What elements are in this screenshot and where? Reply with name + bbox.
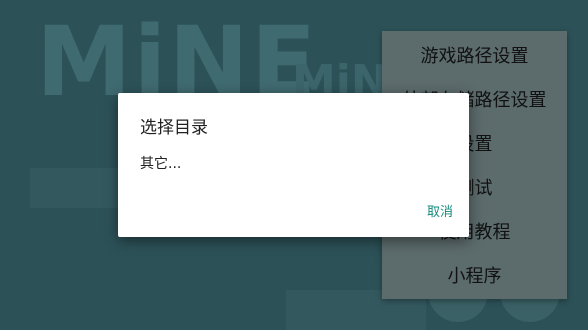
menu-item-label: 游戏路径设置	[420, 46, 529, 67]
menu-item-label: 小程序	[447, 266, 502, 287]
menu-item-game-path[interactable]: 游戏路径设置	[382, 33, 567, 77]
dialog-title: 选择目录	[140, 118, 208, 138]
app-screen: MiNE MiN 游戏路径设置 外部存储路径设置 设置 测试 使用教程 小程序 …	[0, 0, 588, 330]
menu-item-mini-program[interactable]: 小程序	[382, 253, 567, 297]
cancel-button[interactable]: 取消	[427, 201, 453, 220]
select-directory-dialog: 选择目录 其它... 取消	[118, 93, 469, 237]
dialog-option-other[interactable]: 其它...	[140, 153, 181, 173]
